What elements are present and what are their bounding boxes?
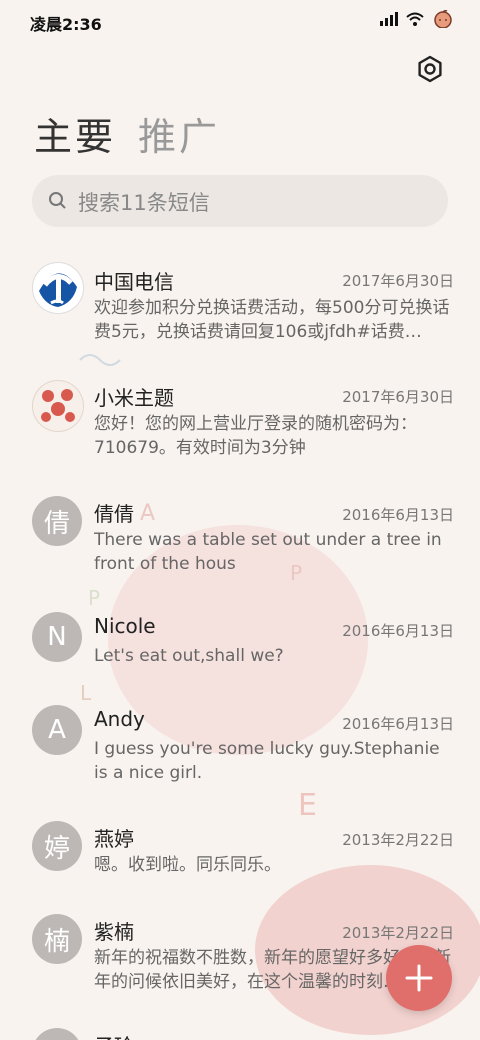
avatar: [32, 262, 84, 314]
settings-icon: [418, 55, 442, 83]
list-item[interactable]: 婷 燕婷 2013年2月22日 嗯。收到啦。同乐同乐。: [0, 819, 480, 899]
message-date: 2013年2月22日: [342, 831, 454, 849]
tab-promotions[interactable]: 推广: [138, 106, 220, 161]
sender-name: 紫楠: [94, 920, 134, 944]
status-time: 凌晨2:36: [30, 15, 102, 34]
avatar: [32, 1028, 82, 1040]
battery-icon: [434, 10, 452, 28]
list-item[interactable]: 倩 倩倩 2016年6月13日 There was a table set ou…: [0, 494, 480, 594]
message-date: 2013年2月22日: [342, 924, 454, 942]
avatar: A: [32, 705, 82, 755]
list-item[interactable]: A Andy 2016年6月13日 I guess you're some lu…: [0, 703, 480, 803]
list-item[interactable]: 小米主题 2017年6月30日 您好！您的网上营业厅登录的随机密码为：71067…: [0, 376, 480, 476]
message-preview: 您好！您的网上营业厅登录的随机密码为：710679。有效时间为3分钟: [94, 414, 417, 458]
settings-button[interactable]: [414, 53, 446, 85]
avatar: 倩: [32, 496, 82, 546]
sender-name: 燕婷: [94, 827, 134, 851]
message-date: 2017年6月30日: [342, 388, 454, 406]
avatar: 婷: [32, 821, 82, 871]
search-icon: [49, 192, 66, 209]
tab-primary[interactable]: 主要: [34, 106, 116, 161]
sender-name: 子玲: [94, 1030, 134, 1040]
china-telecom-logo-icon: [34, 264, 82, 312]
plus-icon: [405, 964, 433, 992]
avatar: 楠: [32, 914, 82, 964]
avatar: N: [32, 612, 82, 662]
wifi-icon: [406, 12, 424, 26]
list-item[interactable]: N Nicole 2016年6月13日 Let's eat out,shall …: [0, 610, 480, 690]
apple-pattern-icon: [33, 381, 83, 431]
message-date: 2016年6月13日: [342, 506, 454, 524]
search-input[interactable]: 搜索11条短信: [32, 175, 448, 227]
status-bar: 凌晨2:36: [0, 0, 480, 42]
message-preview: Let's eat out,shall we?: [94, 646, 284, 666]
status-icons: [380, 10, 454, 28]
new-message-button[interactable]: [386, 945, 452, 1011]
avatar: [32, 380, 84, 432]
sender-name: Nicole: [94, 614, 156, 638]
signal-icon: [380, 12, 398, 26]
sender-name: 倩倩: [94, 502, 134, 526]
sender-name: 小米主题: [94, 386, 174, 410]
sender-name: 中国电信: [94, 270, 174, 294]
message-preview: 嗯。收到啦。同乐同乐。: [94, 855, 281, 875]
message-date: 2017年6月30日: [342, 272, 454, 290]
message-preview: 欢迎参加积分兑换话费活动，每500分可兑换话费5元，兑换话费请回复106或jfd…: [94, 298, 450, 342]
message-date: 2016年6月13日: [342, 622, 454, 640]
search-placeholder: 搜索11条短信: [78, 191, 210, 215]
list-item[interactable]: 中国电信 2017年6月30日 欢迎参加积分兑换话费活动，每500分可兑换话费5…: [0, 258, 480, 368]
message-date: 2016年6月13日: [342, 715, 454, 733]
sender-name: Andy: [94, 707, 145, 731]
message-preview: There was a table set out under a tree i…: [94, 530, 442, 574]
message-preview: I guess you're some lucky guy.Stephanie …: [94, 739, 440, 783]
list-item[interactable]: 子玲: [0, 1026, 480, 1040]
tab-bar: 主要 推广: [34, 106, 220, 161]
